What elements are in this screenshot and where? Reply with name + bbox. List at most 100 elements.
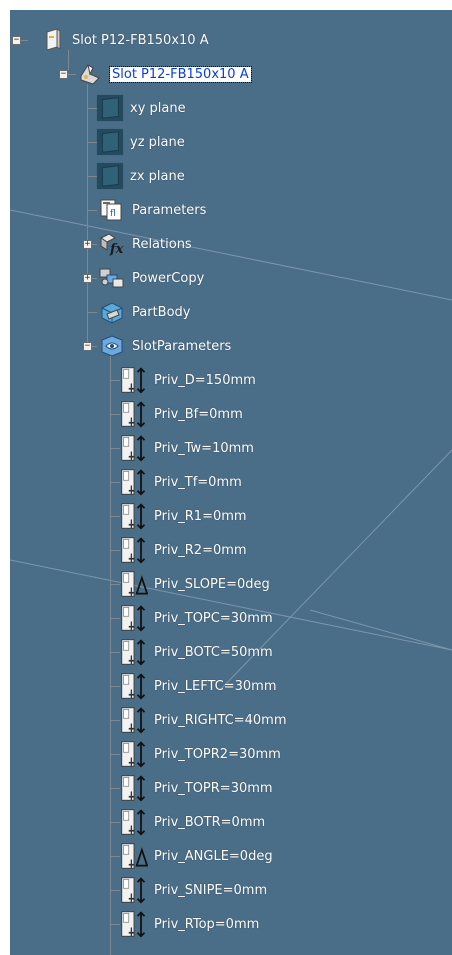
part-icon [76,60,104,88]
tree-node-parameter[interactable]: Priv_BOTC=50mm [120,635,273,669]
tree-node-label: Parameters [132,202,207,218]
tree-connector-line [110,414,120,415]
angle-parameter-icon [120,570,148,598]
tree-node-label: Priv_SNIPE=0mm [154,882,268,898]
length-parameter-icon [120,876,148,904]
tree-node-parameter[interactable]: Priv_RIGHTC=40mm [120,703,287,737]
tree-connector-line [110,924,120,925]
tree-connector-line [110,686,120,687]
tree-node-label: xy plane [130,100,186,116]
tree-connector-line [68,74,76,75]
length-parameter-icon [120,604,148,632]
length-parameter-icon [120,808,148,836]
tree-node-feature[interactable]: fx Relations [98,227,192,261]
specification-tree-viewport[interactable]: − Slot P12-FB150x10 A − Slot P12-FB150x10 A… [10,10,452,955]
tree-node-parameter[interactable]: Priv_SNIPE=0mm [120,873,267,907]
tree-connector-line [110,890,120,891]
tree-connector-line [110,550,120,551]
tree-node-label: Priv_R2=0mm [154,542,247,558]
tree-node-parameter[interactable]: Priv_D=150mm [120,363,256,397]
tree-node-label: Priv_BOTC=50mm [154,644,273,660]
tree-node-parameter[interactable]: Priv_TOPC=30mm [120,601,273,635]
tree-connector-line [110,652,120,653]
tree-connector-line [110,448,120,449]
tree-node-root[interactable]: Slot P12-FB150x10 A [38,23,209,57]
tree-node-plane[interactable]: xy plane [96,91,186,125]
plane-icon [96,128,124,156]
tree-node-parameter[interactable]: Priv_SLOPE=0deg [120,567,270,601]
tree-node-label: Priv_SLOPE=0deg [154,576,270,592]
tree-node-parameter[interactable]: Priv_Tf=0mm [120,465,242,499]
tree-node-label: Priv_Tw=10mm [154,440,254,456]
tree-connector-line [110,482,120,483]
tree-connector-line [21,40,28,41]
powercopy-icon [98,264,126,292]
tree-node-parameter[interactable]: Priv_BOTR=0mm [120,805,265,839]
tree-node-label: Priv_TOPC=30mm [154,610,273,626]
tree-node-label: yz plane [130,134,185,150]
tree-node-parameter[interactable]: Priv_R2=0mm [120,533,247,567]
tree-node-parameter[interactable]: Priv_RTop=0mm [120,907,259,941]
tree-node-parameter[interactable]: Priv_TOPR=30mm [120,771,273,805]
tree-connector-line [68,50,69,70]
tree-connector-line [87,210,97,211]
tree-node-label: PartBody [132,304,191,320]
plane-icon [96,94,124,122]
tree-node-label: Relations [132,236,192,252]
tree-node-feature[interactable]: fl Parameters [98,193,206,227]
tree-connector-line [110,356,111,955]
tree-node-feature[interactable]: PowerCopy [98,261,204,295]
tree-node-feature[interactable]: PartBody [98,295,190,329]
tree-node-label: Priv_ANGLE=0deg [154,848,273,864]
tree-node-plane[interactable]: yz plane [96,125,185,159]
length-parameter-icon [120,910,148,938]
node-expander[interactable]: − [83,342,92,351]
tree-connector-line [110,584,120,585]
length-parameter-icon [120,536,148,564]
geometrical-set-icon [98,332,126,360]
angle-parameter-icon [120,842,148,870]
partbody-icon [98,298,126,326]
tree-node-label: Priv_RTop=0mm [154,916,260,932]
tree-connector-line [110,822,120,823]
tree-connector-line [110,788,120,789]
tree-node-label: Priv_LEFTC=30mm [154,678,277,694]
tree-connector-line [110,720,120,721]
tree-node-parameter[interactable]: Priv_Tw=10mm [120,431,254,465]
length-parameter-icon [120,502,148,530]
length-parameter-icon [120,434,148,462]
tree-node-label: zx plane [130,168,185,184]
tree-node-part[interactable]: Slot P12-FB150x10 A [76,57,252,91]
length-parameter-icon [120,672,148,700]
svg-text:fx: fx [109,242,124,256]
plane-icon [96,162,124,190]
tree-node-parameter[interactable]: Priv_R1=0mm [120,499,247,533]
relations-icon: fx [98,230,126,258]
svg-text:fl: fl [110,209,116,219]
tree-node-parameter[interactable]: Priv_LEFTC=30mm [120,669,276,703]
tree-node-label: Priv_BOTR=0mm [154,814,266,830]
tree-node-parameter[interactable]: Priv_ANGLE=0deg [120,839,273,873]
product-icon [38,26,66,54]
length-parameter-icon [120,468,148,496]
node-expander[interactable]: + [83,274,92,283]
root-expander[interactable]: − [12,36,21,45]
length-parameter-icon [120,366,148,394]
tree-connector-line [110,516,120,517]
tree-node-label: Priv_TOPR2=30mm [154,746,281,762]
tree-node-parameter[interactable]: Priv_Bf=0mm [120,397,243,431]
length-parameter-icon [120,774,148,802]
length-parameter-icon [120,400,148,428]
tree-node-feature[interactable]: SlotParameters [98,329,231,363]
part-expander[interactable]: − [59,70,68,79]
tree-node-label: PowerCopy [132,270,205,286]
tree-node-label: Priv_D=150mm [154,372,256,388]
tree-connector-line [110,754,120,755]
tree-connector-line [110,618,120,619]
tree-connector-line [87,312,97,313]
tree-node-plane[interactable]: zx plane [96,159,185,193]
tree-node-parameter[interactable]: Priv_TOPR2=30mm [120,737,281,771]
parameters-icon: fl [98,196,126,224]
tree-node-label: Priv_TOPR=30mm [154,780,273,796]
node-expander[interactable]: + [83,240,92,249]
